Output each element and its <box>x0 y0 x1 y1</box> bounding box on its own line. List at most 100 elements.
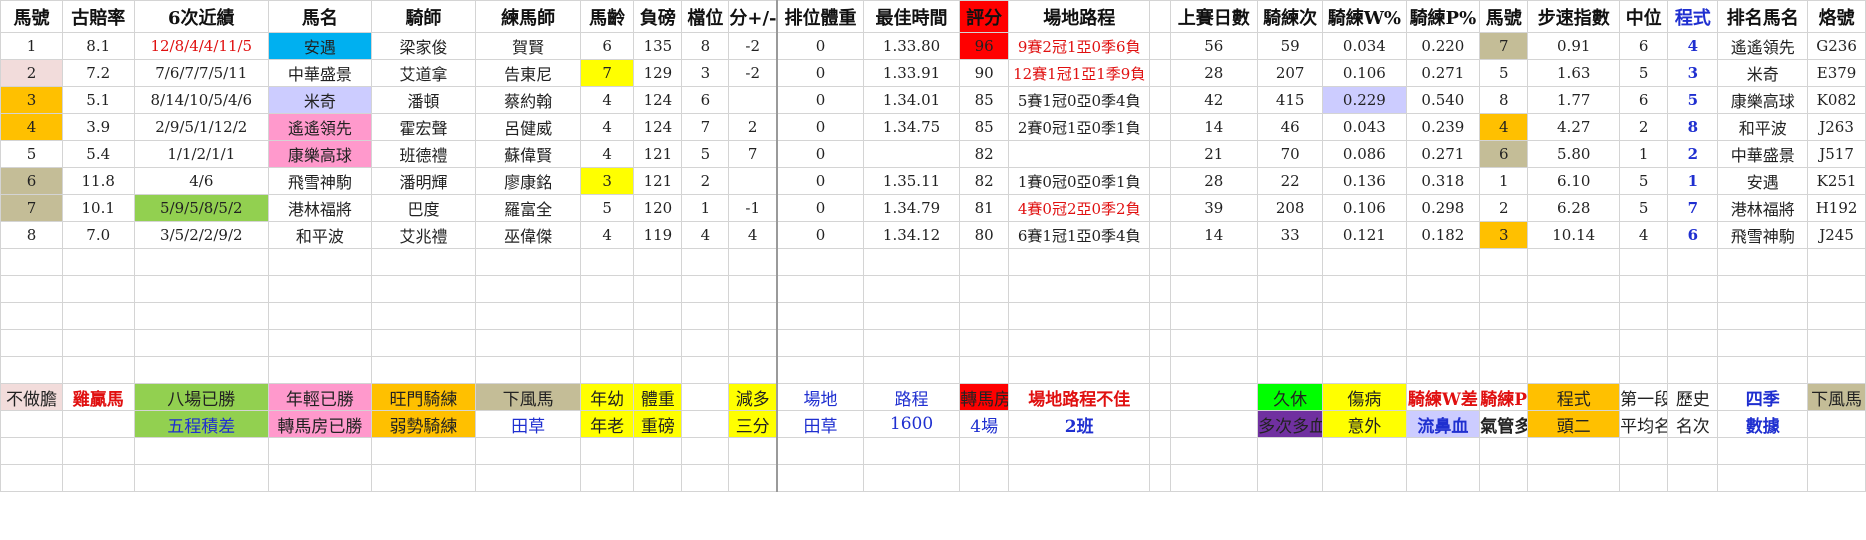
cell-brand-no[interactable]: G236 <box>1807 32 1866 60</box>
cell-median[interactable]: 5 <box>1619 59 1669 87</box>
empty-cell[interactable] <box>728 302 778 330</box>
cell-best-time[interactable]: 1.33.91 <box>862 59 961 87</box>
cell-pace-index[interactable]: 1.63 <box>1527 59 1621 87</box>
empty-cell[interactable] <box>681 302 730 330</box>
legend-cell[interactable]: 五程積差 <box>133 410 270 438</box>
legend-cell[interactable]: 平均名次 <box>1619 410 1669 438</box>
empty-cell[interactable] <box>1527 356 1621 384</box>
empty-cell[interactable] <box>370 329 477 357</box>
cell-trainer[interactable]: 蔡約翰 <box>475 86 581 114</box>
cell-draw[interactable]: 2 <box>681 167 730 195</box>
cell-age[interactable]: 4 <box>579 86 635 114</box>
empty-cell[interactable] <box>633 329 683 357</box>
cell-rank-horse-name[interactable]: 康樂高球 <box>1717 86 1809 114</box>
cell-age[interactable]: 4 <box>579 140 635 168</box>
legend-cell[interactable]: 轉馬房已勝 <box>268 410 372 438</box>
empty-cell[interactable] <box>1322 248 1407 276</box>
empty-cell[interactable] <box>728 275 778 303</box>
empty-cell[interactable] <box>370 248 477 276</box>
empty-cell[interactable] <box>579 437 635 465</box>
cell-draw[interactable]: 4 <box>681 221 730 249</box>
empty-cell[interactable] <box>1479 248 1529 276</box>
header-days-since[interactable]: 上賽日數 <box>1169 0 1259 33</box>
cell-rating-diff[interactable] <box>728 86 778 114</box>
cell-pace-index[interactable]: 6.10 <box>1527 167 1621 195</box>
empty-cell[interactable] <box>776 464 864 492</box>
cell-rating[interactable]: 90 <box>959 59 1010 87</box>
cell-horse-name[interactable]: 安遇 <box>268 32 372 60</box>
header-draw[interactable]: 檔位 <box>681 0 730 33</box>
legend-cell[interactable]: 場地 <box>776 383 864 411</box>
empty-cell[interactable] <box>1257 464 1324 492</box>
empty-cell[interactable] <box>370 437 477 465</box>
cell-days-since[interactable]: 21 <box>1169 140 1259 168</box>
empty-cell[interactable] <box>1619 329 1669 357</box>
cell-best-time[interactable] <box>862 140 961 168</box>
cell-rating[interactable]: 82 <box>959 140 1010 168</box>
empty-cell[interactable] <box>268 329 372 357</box>
cell-jockey[interactable]: 艾道拿 <box>370 59 477 87</box>
cell-rank-horse-name[interactable]: 米奇 <box>1717 59 1809 87</box>
cell-rank-horse-name[interactable]: 遙遙領先 <box>1717 32 1809 60</box>
cell-trainer[interactable]: 呂健威 <box>475 113 581 141</box>
empty-cell[interactable] <box>133 302 270 330</box>
cell-rank-horse-no[interactable]: 2 <box>1479 194 1529 222</box>
empty-cell[interactable] <box>370 356 477 384</box>
cell-odds[interactable]: 3.9 <box>61 113 135 141</box>
cell-recent-form[interactable]: 4/6 <box>133 167 270 195</box>
empty-cell[interactable] <box>633 356 683 384</box>
cell-weight[interactable]: 135 <box>633 32 683 60</box>
empty-cell[interactable] <box>633 248 683 276</box>
cell-pace-index[interactable]: 0.91 <box>1527 32 1621 60</box>
empty-cell[interactable] <box>1008 329 1151 357</box>
empty-cell[interactable] <box>1527 275 1621 303</box>
cell-rank-horse-no[interactable]: 6 <box>1479 140 1529 168</box>
legend-cell[interactable]: 不做膽 <box>0 383 63 411</box>
cell-jt-place-pct[interactable]: 0.239 <box>1405 113 1481 141</box>
cell-jockey[interactable]: 潘頓 <box>370 86 477 114</box>
empty-cell[interactable] <box>1667 329 1719 357</box>
empty-cell[interactable] <box>268 356 372 384</box>
empty-cell[interactable] <box>1717 302 1809 330</box>
empty-cell[interactable] <box>133 356 270 384</box>
empty-cell[interactable] <box>776 356 864 384</box>
header-rank-horse-name[interactable]: 排名馬名 <box>1717 0 1809 33</box>
cell-best-time[interactable]: 1.34.75 <box>862 113 961 141</box>
cell-best-time[interactable]: 1.35.11 <box>862 167 961 195</box>
empty-cell[interactable] <box>1405 437 1481 465</box>
empty-cell[interactable] <box>1807 329 1866 357</box>
empty-cell[interactable] <box>1257 329 1324 357</box>
header-recent-form[interactable]: 6次近績 <box>133 0 270 33</box>
cell-weight[interactable]: 121 <box>633 140 683 168</box>
legend-cell[interactable]: 年老 <box>579 410 635 438</box>
empty-cell[interactable] <box>1008 302 1151 330</box>
cell-rating[interactable]: 85 <box>959 113 1010 141</box>
empty-cell[interactable] <box>1479 275 1529 303</box>
empty-cell[interactable] <box>633 464 683 492</box>
empty-cell[interactable] <box>1527 248 1621 276</box>
cell-jt-count[interactable]: 207 <box>1257 59 1324 87</box>
cell-odds[interactable]: 7.2 <box>61 59 135 87</box>
empty-cell[interactable] <box>1527 329 1621 357</box>
cell-rank-horse-name[interactable]: 安遇 <box>1717 167 1809 195</box>
cell-rating[interactable]: 82 <box>959 167 1010 195</box>
cell-jt-win-pct[interactable]: 0.086 <box>1322 140 1407 168</box>
cell-recent-form[interactable]: 5/9/5/8/5/2 <box>133 194 270 222</box>
cell-brand-no[interactable]: K251 <box>1807 167 1866 195</box>
empty-cell[interactable] <box>776 437 864 465</box>
cell-program[interactable]: 7 <box>1667 194 1719 222</box>
empty-cell[interactable] <box>1257 302 1324 330</box>
cell-best-time[interactable]: 1.34.12 <box>862 221 961 249</box>
cell-trainer[interactable]: 廖康銘 <box>475 167 581 195</box>
empty-cell[interactable] <box>633 302 683 330</box>
header-horse-name[interactable]: 馬名 <box>268 0 372 33</box>
empty-cell[interactable] <box>959 464 1010 492</box>
cell-weight[interactable]: 119 <box>633 221 683 249</box>
cell-median[interactable]: 4 <box>1619 221 1669 249</box>
cell-jt-place-pct[interactable]: 0.318 <box>1405 167 1481 195</box>
cell-track-distance[interactable]: 5賽1冠0亞0季4負 <box>1008 86 1151 114</box>
empty-cell[interactable] <box>370 464 477 492</box>
empty-cell[interactable] <box>268 437 372 465</box>
empty-cell[interactable] <box>1807 302 1866 330</box>
empty-cell[interactable] <box>1322 437 1407 465</box>
